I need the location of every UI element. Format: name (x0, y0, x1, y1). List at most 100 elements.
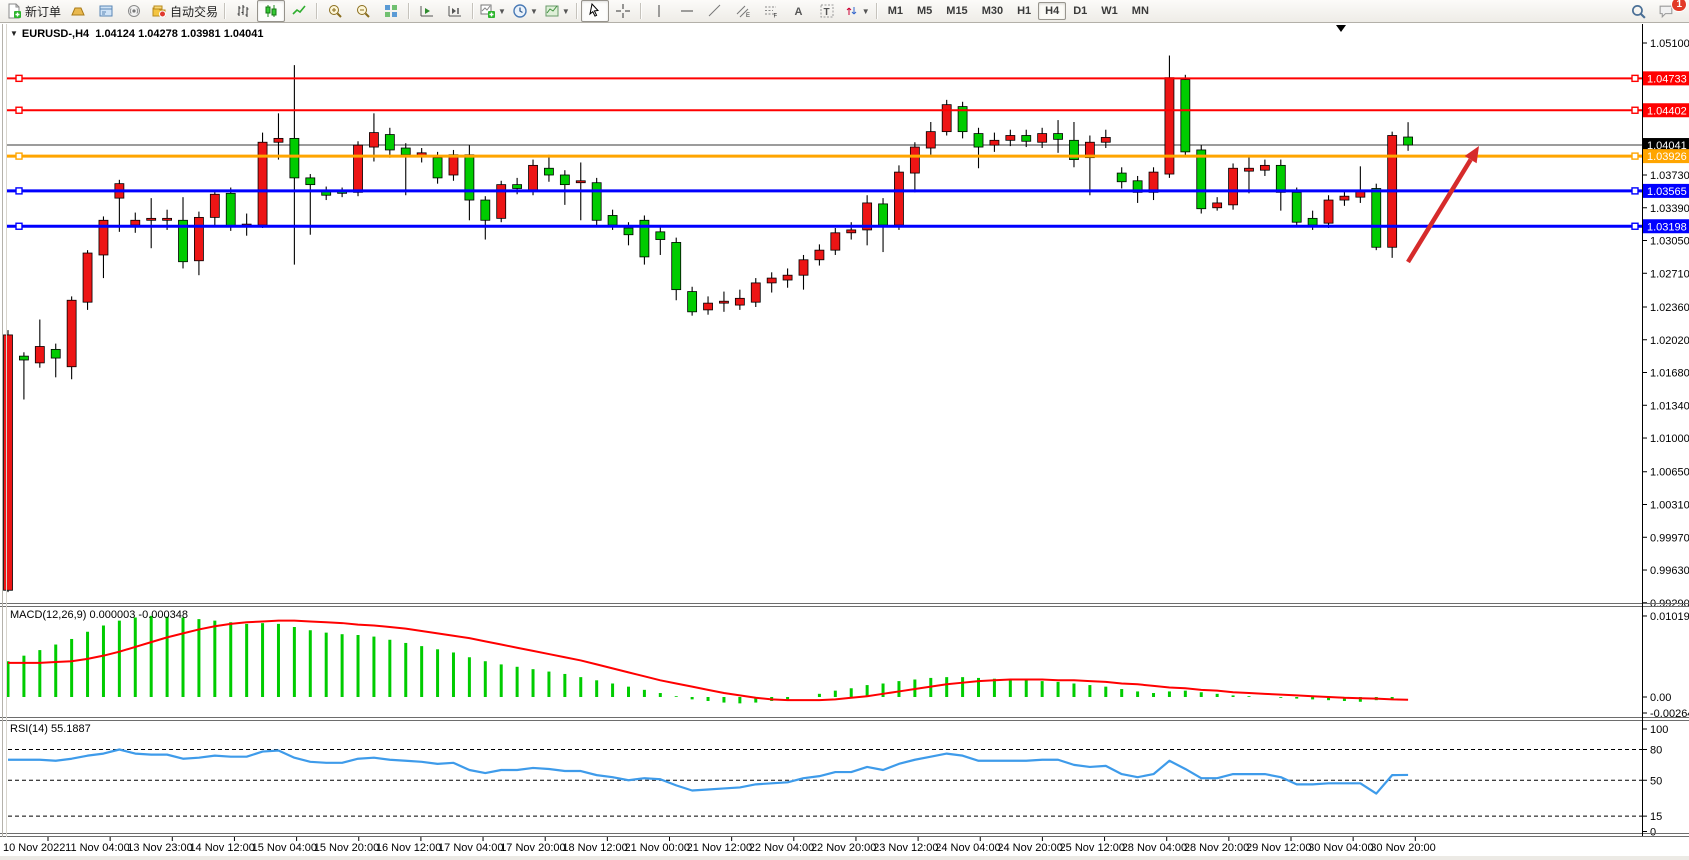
candle-body (1292, 192, 1301, 222)
templates-button[interactable]: ▼ (541, 0, 573, 22)
pivot-orange-handle[interactable] (16, 153, 22, 159)
candle-body (894, 172, 903, 225)
notifications-button[interactable]: 1 (1652, 0, 1680, 22)
candle-body (1006, 135, 1015, 140)
candle-body (815, 250, 824, 260)
candle-body (1260, 165, 1269, 170)
price-tick-label: 1.01340 (1650, 400, 1689, 412)
date-tick-label: 23 Nov 12:00 (873, 842, 938, 854)
line-chart-mode-button[interactable] (285, 0, 313, 22)
price-tick-label: 1.00650 (1650, 467, 1689, 479)
tile-windows-button[interactable] (377, 0, 405, 22)
crosshair-icon (615, 3, 631, 19)
cursor-tool-button[interactable] (581, 0, 609, 22)
fibonacci-tool-button[interactable]: F (757, 0, 785, 22)
chart-shift-icon (447, 3, 463, 19)
chart-shift-button[interactable] (441, 0, 469, 22)
svg-text:F: F (773, 14, 777, 20)
market-watch-icon (98, 3, 114, 19)
new-chart-button[interactable]: ▼ (477, 0, 509, 22)
candle-body (735, 298, 744, 305)
new-order-icon (6, 3, 22, 19)
tf-m30-button[interactable]: M30 (975, 2, 1010, 20)
auto-scroll-button[interactable] (413, 0, 441, 22)
resistance-upper-handle[interactable] (1632, 75, 1638, 81)
tf-m5-button[interactable]: M5 (910, 2, 939, 20)
svg-text:A: A (794, 6, 802, 18)
support-lower-handle[interactable] (16, 223, 22, 229)
date-tick-label: 15 Nov 20:00 (314, 842, 379, 854)
date-tick-label: 16 Nov 12:00 (376, 842, 441, 854)
crosshair-tool-button[interactable] (609, 0, 637, 22)
candlestick-icon (263, 3, 279, 19)
bar-chart-mode-button[interactable] (229, 0, 257, 22)
text-tool-button[interactable]: A (785, 0, 813, 22)
mt4-terminal-window: 新订单 自动交易 (0, 0, 1689, 860)
price-tick-label: 1.02710 (1650, 268, 1689, 280)
zoom-out-icon (355, 3, 371, 19)
candle-body (1213, 203, 1222, 208)
candle-body (67, 300, 76, 366)
tf-h1-button[interactable]: H1 (1010, 2, 1038, 20)
candle-body (767, 278, 776, 283)
resistance-upper-handle[interactable] (16, 75, 22, 81)
tf-d1-button[interactable]: D1 (1066, 2, 1094, 20)
auto-trading-button[interactable]: 自动交易 (148, 0, 221, 22)
text-icon: A (791, 3, 807, 19)
tf-mn-button[interactable]: MN (1125, 2, 1156, 20)
zoom-in-button[interactable] (321, 0, 349, 22)
price-tick-label: 1.02020 (1650, 335, 1689, 347)
zoom-out-button[interactable] (349, 0, 377, 22)
vertical-line-tool-button[interactable] (645, 0, 673, 22)
candle-body (1038, 134, 1047, 143)
support-upper-handle[interactable] (1632, 188, 1638, 194)
tf-h4-button[interactable]: H4 (1038, 2, 1066, 20)
candle-body (624, 228, 633, 235)
date-axis[interactable]: 10 Nov 202211 Nov 04:0013 Nov 23:0014 No… (0, 837, 1689, 860)
signals-button[interactable] (120, 0, 148, 22)
support-upper-handle[interactable] (16, 188, 22, 194)
pivot-orange-handle[interactable] (1632, 153, 1638, 159)
market-watch-button[interactable] (92, 0, 120, 22)
rsi-axis-label: 100 (1650, 724, 1668, 736)
tf-m1-button[interactable]: M1 (881, 2, 910, 20)
support-lower-handle[interactable] (1632, 223, 1638, 229)
trendline-tool-button[interactable] (701, 0, 729, 22)
chart-canvas[interactable]: 1.051001.037301.033901.030501.027101.023… (0, 0, 1689, 860)
candle-body (306, 178, 315, 185)
horizontal-line-tool-button[interactable] (673, 0, 701, 22)
periods-button[interactable]: ▼ (509, 0, 541, 22)
price-tick-label: 1.03050 (1650, 236, 1689, 248)
price-tick-label: 1.02360 (1650, 302, 1689, 314)
support-upper-price-tag-text: 1.03565 (1647, 186, 1687, 198)
channel-tool-button[interactable]: E (729, 0, 757, 22)
resistance-lower-handle[interactable] (16, 107, 22, 113)
tf-w1-button[interactable]: W1 (1094, 2, 1125, 20)
candle-body (1340, 196, 1349, 200)
notification-badge: 1 (1671, 0, 1687, 12)
trendline-icon (707, 3, 723, 19)
dropdown-caret-icon: ▼ (562, 7, 570, 16)
candle-body (513, 185, 522, 189)
search-button[interactable] (1624, 0, 1652, 22)
date-tick-label: 30 Nov 20:00 (1370, 842, 1435, 854)
tf-m15-button[interactable]: M15 (939, 2, 974, 20)
candle-body (1165, 78, 1174, 174)
date-tick-label: 21 Nov 12:00 (687, 842, 752, 854)
date-tick-label: 29 Nov 12:00 (1246, 842, 1311, 854)
signals-icon (126, 3, 142, 19)
new-order-button[interactable]: 新订单 (3, 0, 64, 22)
candle-body (719, 301, 728, 303)
chart-collapse-icon[interactable]: ▼ (10, 29, 18, 38)
resistance-lower-handle[interactable] (1632, 107, 1638, 113)
candlestick-mode-button[interactable] (257, 0, 285, 22)
arrows-tool-button[interactable]: ▼ (841, 0, 873, 22)
profiles-button[interactable] (64, 0, 92, 22)
text-label-tool-button[interactable]: T (813, 0, 841, 22)
chart-title: ▼EURUSD-,H4 1.04124 1.04278 1.03981 1.04… (10, 28, 263, 40)
date-tick-label: 30 Nov 04:00 (1308, 842, 1373, 854)
candle-body (751, 283, 760, 302)
date-tick-label: 25 Nov 12:00 (1060, 842, 1125, 854)
date-tick-label: 22 Nov 20:00 (811, 842, 876, 854)
rsi-indicator-label: RSI(14) 55.1887 (10, 723, 91, 735)
